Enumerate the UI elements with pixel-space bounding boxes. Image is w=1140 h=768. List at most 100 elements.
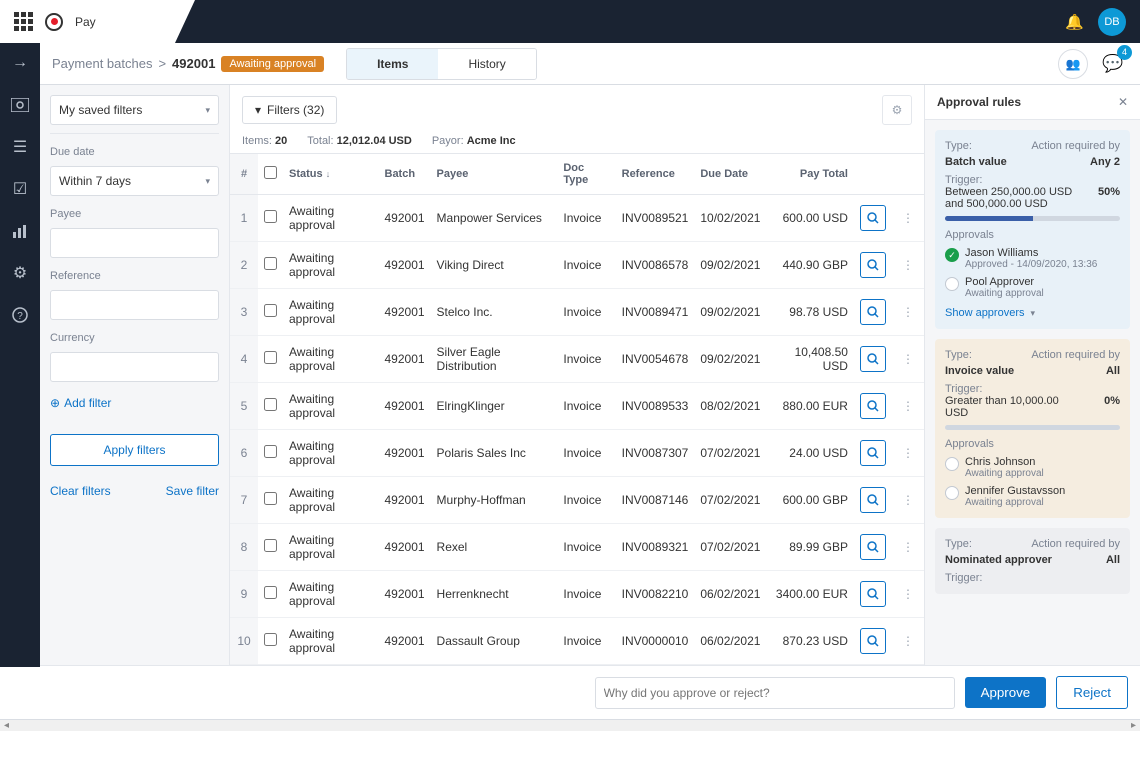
row-more-icon[interactable]: ⋮ xyxy=(898,305,918,319)
view-row-button[interactable] xyxy=(860,393,886,419)
app-launcher-icon[interactable] xyxy=(14,12,33,31)
row-more-icon[interactable]: ⋮ xyxy=(898,634,918,648)
table-row[interactable]: 10 Awaiting approval 492001 Dassault Gro… xyxy=(230,618,924,665)
row-checkbox[interactable] xyxy=(264,539,277,552)
approve-button[interactable]: Approve xyxy=(965,677,1047,708)
row-more-icon[interactable]: ⋮ xyxy=(898,399,918,413)
col-doctype[interactable]: Doc Type xyxy=(557,154,615,195)
row-checkbox[interactable] xyxy=(264,210,277,223)
row-checkbox[interactable] xyxy=(264,351,277,364)
cell-payee: Viking Direct xyxy=(431,242,558,289)
table-row[interactable]: 9 Awaiting approval 492001 Herrenknecht … xyxy=(230,571,924,618)
table-row[interactable]: 4 Awaiting approval 492001 Silver Eagle … xyxy=(230,336,924,383)
row-checkbox[interactable] xyxy=(264,492,277,505)
cell-payee: ElringKlinger xyxy=(431,383,558,430)
cell-status: Awaiting approval xyxy=(283,383,379,430)
view-row-button[interactable] xyxy=(860,628,886,654)
reference-input[interactable] xyxy=(50,290,219,320)
row-more-icon[interactable]: ⋮ xyxy=(898,446,918,460)
view-row-button[interactable] xyxy=(860,581,886,607)
filter-label-due-date: Due date xyxy=(50,146,219,158)
currency-input[interactable] xyxy=(50,352,219,382)
subheader: Payment batches > 492001 Awaiting approv… xyxy=(40,43,1140,85)
cell-doctype: Invoice xyxy=(557,383,615,430)
saved-filters-select[interactable]: My saved filters▾ xyxy=(50,95,219,125)
horizontal-scrollbar[interactable]: ◂▸ xyxy=(0,719,1140,731)
table-row[interactable]: 7 Awaiting approval 492001 Murphy-Hoffma… xyxy=(230,477,924,524)
nav-money-icon[interactable] xyxy=(8,93,32,117)
row-checkbox[interactable] xyxy=(264,586,277,599)
row-checkbox[interactable] xyxy=(264,633,277,646)
view-row-button[interactable] xyxy=(860,252,886,278)
nav-chart-icon[interactable] xyxy=(8,219,32,243)
cell-doctype: Invoice xyxy=(557,195,615,242)
due-date-select[interactable]: Within 7 days▾ xyxy=(50,166,219,196)
table-row[interactable]: 5 Awaiting approval 492001 ElringKlinger… xyxy=(230,383,924,430)
cell-batch: 492001 xyxy=(379,336,431,383)
table-row[interactable]: 8 Awaiting approval 492001 Rexel Invoice… xyxy=(230,524,924,571)
user-avatar[interactable]: DB xyxy=(1098,8,1126,36)
row-more-icon[interactable]: ⋮ xyxy=(898,587,918,601)
bell-icon[interactable]: 🔔 xyxy=(1065,13,1084,31)
table-row[interactable]: 6 Awaiting approval 492001 Polaris Sales… xyxy=(230,430,924,477)
filters-button[interactable]: ▾Filters (32) xyxy=(242,96,337,124)
cell-doctype: Invoice xyxy=(557,524,615,571)
apply-filters-button[interactable]: Apply filters xyxy=(50,434,219,466)
col-duedate[interactable]: Due Date xyxy=(694,154,766,195)
row-more-icon[interactable]: ⋮ xyxy=(898,258,918,272)
reason-input[interactable] xyxy=(595,677,955,709)
col-batch[interactable]: Batch xyxy=(379,154,431,195)
view-row-button[interactable] xyxy=(860,534,886,560)
cell-doctype: Invoice xyxy=(557,242,615,289)
cell-reference: INV0086578 xyxy=(616,242,695,289)
row-more-icon[interactable]: ⋮ xyxy=(898,352,918,366)
clear-filters-link[interactable]: Clear filters xyxy=(50,484,111,498)
tab-history[interactable]: History xyxy=(438,49,535,79)
cell-paytotal: 600.00 USD xyxy=(766,195,854,242)
col-status[interactable]: Status ↓ xyxy=(283,154,379,195)
view-row-button[interactable] xyxy=(860,299,886,325)
cell-duedate: 09/02/2021 xyxy=(694,289,766,336)
nav-gear-icon[interactable]: ⚙ xyxy=(8,261,32,285)
row-more-icon[interactable]: ⋮ xyxy=(898,540,918,554)
view-row-button[interactable] xyxy=(860,346,886,372)
view-row-button[interactable] xyxy=(860,440,886,466)
row-more-icon[interactable]: ⋮ xyxy=(898,493,918,507)
nav-list-icon[interactable]: ☰ xyxy=(8,135,32,159)
table-row[interactable]: 2 Awaiting approval 492001 Viking Direct… xyxy=(230,242,924,289)
reject-button[interactable]: Reject xyxy=(1056,676,1128,709)
group-icon[interactable]: 👥 xyxy=(1058,49,1088,79)
approval-rule-card: Type:Action required by Batch valueAny 2… xyxy=(935,130,1130,329)
nav-help-icon[interactable]: ? xyxy=(8,303,32,327)
cell-doctype: Invoice xyxy=(557,477,615,524)
add-filter-link[interactable]: ⊕Add filter xyxy=(50,396,219,410)
select-all-checkbox[interactable] xyxy=(264,166,277,179)
col-reference[interactable]: Reference xyxy=(616,154,695,195)
nav-checkbox-icon[interactable]: ☑ xyxy=(8,177,32,201)
payee-input[interactable] xyxy=(50,228,219,258)
row-checkbox[interactable] xyxy=(264,398,277,411)
col-paytotal[interactable]: Pay Total xyxy=(766,154,854,195)
table-row[interactable]: 3 Awaiting approval 492001 Stelco Inc. I… xyxy=(230,289,924,336)
save-filter-link[interactable]: Save filter xyxy=(166,484,219,498)
tab-items[interactable]: Items xyxy=(347,49,438,79)
show-approvers-link[interactable]: Show approvers ▾ xyxy=(945,307,1120,319)
cell-reference: INV0082210 xyxy=(616,571,695,618)
col-num: # xyxy=(230,154,258,195)
row-checkbox[interactable] xyxy=(264,257,277,270)
row-checkbox[interactable] xyxy=(264,445,277,458)
cell-status: Awaiting approval xyxy=(283,430,379,477)
close-icon[interactable]: ✕ xyxy=(1118,95,1128,109)
comment-icon[interactable]: 💬4 xyxy=(1098,49,1128,79)
col-payee[interactable]: Payee xyxy=(431,154,558,195)
table-row[interactable]: 1 Awaiting approval 492001 Manpower Serv… xyxy=(230,195,924,242)
table-settings-button[interactable]: ⚙ xyxy=(882,95,912,125)
row-more-icon[interactable]: ⋮ xyxy=(898,211,918,225)
nav-enter-icon[interactable]: → xyxy=(8,51,32,75)
view-row-button[interactable] xyxy=(860,487,886,513)
breadcrumb-root[interactable]: Payment batches xyxy=(52,56,152,71)
filter-label-currency: Currency xyxy=(50,332,219,344)
row-checkbox[interactable] xyxy=(264,304,277,317)
view-row-button[interactable] xyxy=(860,205,886,231)
funnel-icon: ▾ xyxy=(255,103,261,117)
